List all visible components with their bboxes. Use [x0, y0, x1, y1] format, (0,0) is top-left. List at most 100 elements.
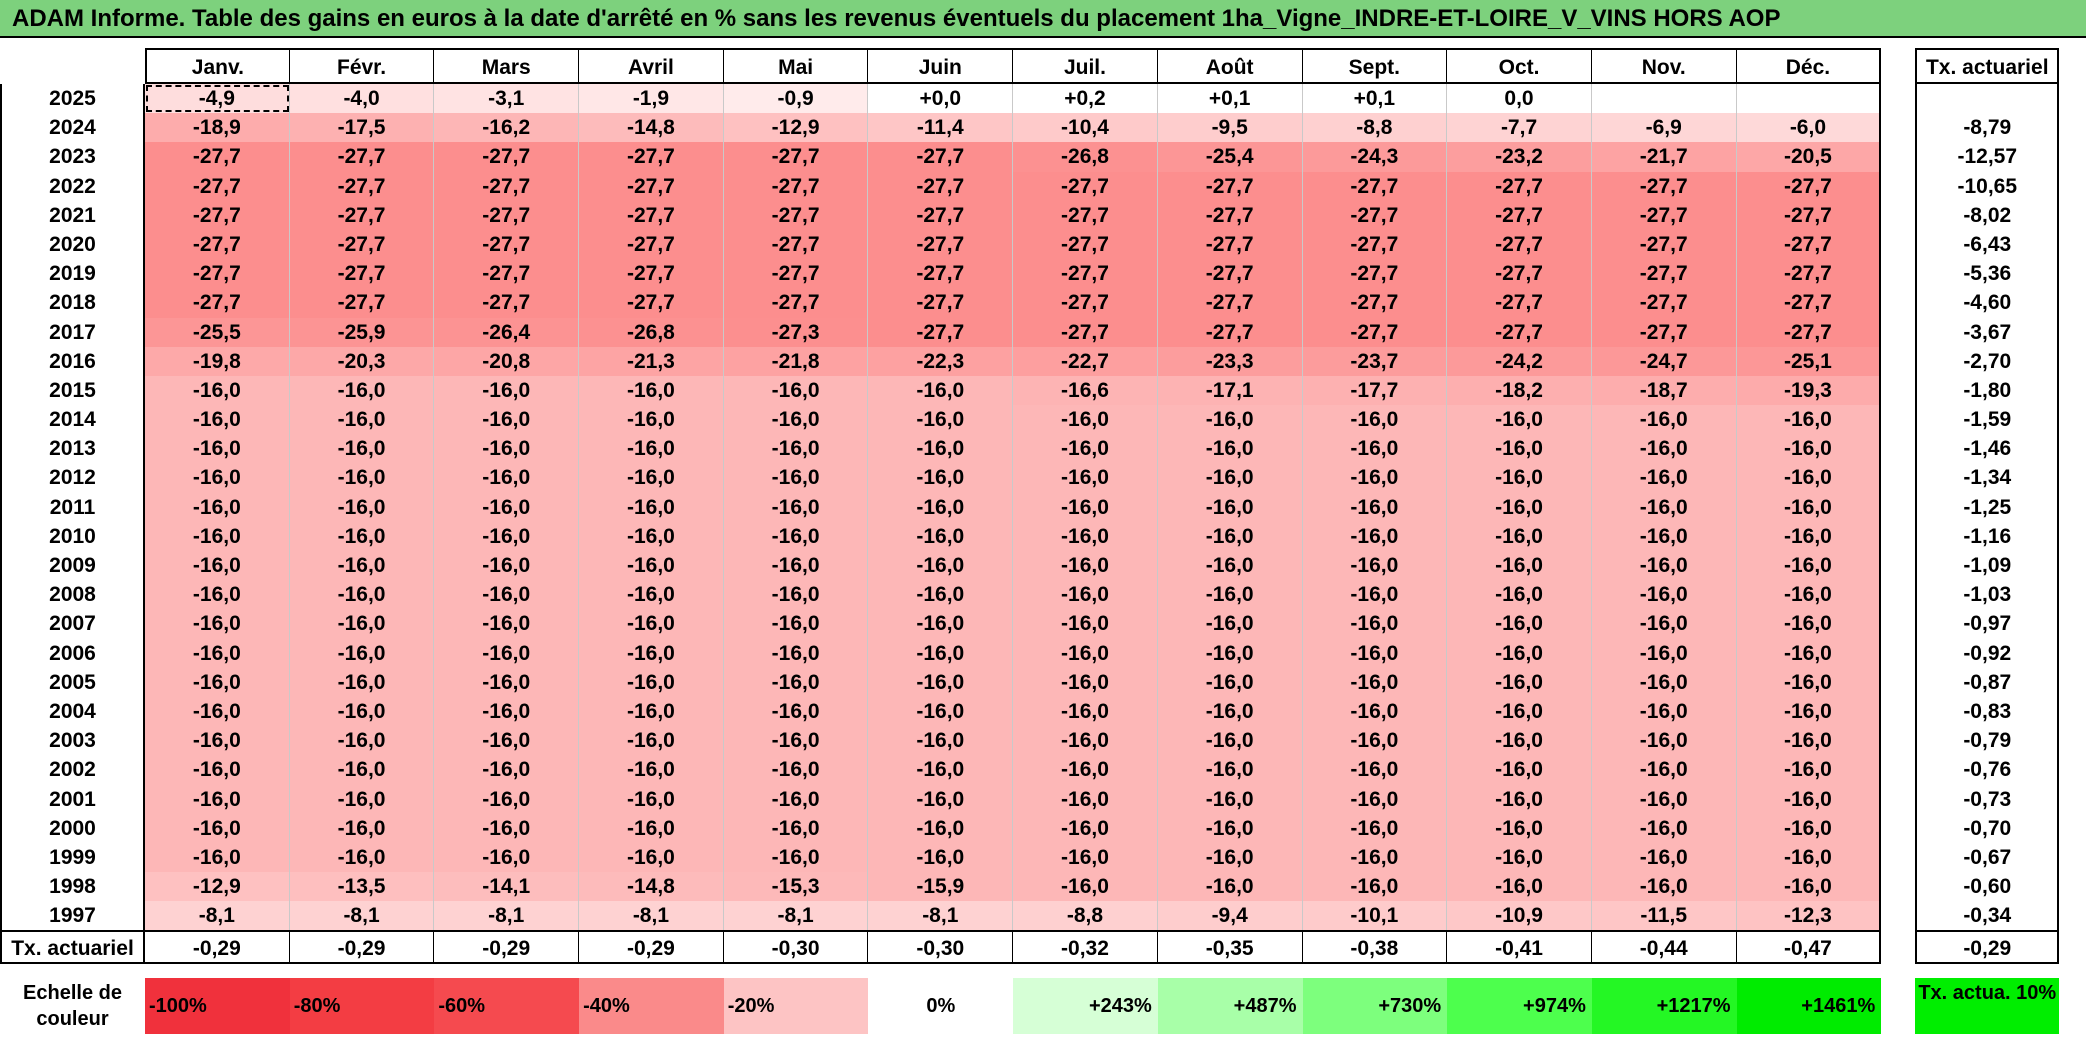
table-cell[interactable]: -16,0 [1591, 813, 1737, 843]
table-cell[interactable]: -27,7 [723, 200, 869, 230]
table-cell[interactable]: -16,0 [868, 667, 1014, 697]
table-cell[interactable]: -16,0 [289, 521, 435, 551]
table-cell[interactable]: -16,0 [723, 755, 869, 785]
table-cell[interactable]: -17,1 [1157, 375, 1303, 406]
table-cell[interactable]: -16,0 [1157, 405, 1303, 435]
table-cell[interactable]: -16,0 [1302, 872, 1448, 902]
table-cell[interactable]: -25,9 [289, 317, 435, 347]
table-cell[interactable]: -16,0 [289, 755, 435, 785]
table-cell[interactable]: -27,7 [289, 142, 435, 172]
table-cell[interactable]: -13,5 [289, 872, 435, 902]
table-cell[interactable]: -9,4 [1157, 901, 1303, 931]
table-cell[interactable]: -16,0 [1302, 609, 1448, 639]
table-cell[interactable]: -16,0 [145, 463, 290, 493]
table-cell[interactable]: -16,0 [434, 405, 580, 435]
table-cell[interactable]: -27,7 [434, 229, 580, 260]
table-cell[interactable]: -16,0 [1447, 667, 1592, 697]
table-cell[interactable]: -16,0 [579, 842, 724, 873]
table-cell[interactable]: -16,0 [579, 405, 724, 435]
table-cell[interactable]: -16,0 [289, 492, 435, 522]
table-cell[interactable]: -16,0 [289, 696, 435, 727]
table-cell[interactable]: -27,7 [579, 259, 724, 289]
table-cell[interactable]: -16,0 [145, 492, 290, 522]
table-cell[interactable]: -16,0 [1736, 813, 1882, 843]
table-cell[interactable]: -27,7 [289, 259, 435, 289]
table-cell[interactable]: -16,0 [1447, 492, 1592, 522]
table-cell[interactable]: -24,3 [1302, 142, 1448, 172]
table-cell[interactable]: -27,7 [289, 171, 435, 201]
table-cell[interactable]: -16,0 [1157, 696, 1303, 727]
table-cell[interactable]: -25,5 [145, 317, 290, 347]
table-cell[interactable]: -16,0 [1736, 521, 1882, 551]
table-cell[interactable]: -16,0 [1157, 813, 1303, 843]
table-cell[interactable]: -27,7 [868, 200, 1014, 230]
table-cell[interactable]: -16,0 [1157, 551, 1303, 581]
table-cell[interactable]: -6,0 [1736, 113, 1882, 143]
table-cell[interactable]: -16,0 [1447, 463, 1592, 493]
table-cell[interactable]: +0,2 [1013, 84, 1158, 114]
table-cell[interactable]: -16,0 [1736, 492, 1882, 522]
table-cell[interactable]: -16,0 [1157, 434, 1303, 464]
table-cell[interactable]: -16,0 [868, 375, 1014, 406]
table-cell[interactable]: -16,0 [1302, 492, 1448, 522]
table-cell[interactable]: -16,0 [1447, 580, 1592, 610]
table-cell[interactable]: -8,1 [723, 901, 869, 931]
table-cell[interactable]: -16,0 [579, 755, 724, 785]
table-cell[interactable]: -16,0 [868, 580, 1014, 610]
table-cell[interactable]: -27,7 [1302, 288, 1448, 318]
table-cell[interactable]: -16,0 [1013, 551, 1158, 581]
table-cell[interactable]: -22,7 [1013, 346, 1158, 376]
table-cell[interactable]: -16,0 [145, 609, 290, 639]
table-cell[interactable]: -27,7 [145, 200, 290, 230]
table-cell[interactable]: -21,8 [723, 346, 869, 376]
table-cell[interactable]: -8,8 [1013, 901, 1158, 931]
table-cell[interactable]: -16,0 [723, 696, 869, 727]
table-cell[interactable]: -24,2 [1447, 346, 1592, 376]
table-cell[interactable]: -16,0 [1302, 521, 1448, 551]
table-cell[interactable]: -16,0 [1447, 521, 1592, 551]
table-cell[interactable]: -27,7 [868, 229, 1014, 260]
table-cell[interactable]: -0,9 [723, 84, 869, 114]
table-cell[interactable]: -27,7 [1447, 229, 1592, 260]
table-cell[interactable]: -27,7 [723, 229, 869, 260]
table-cell[interactable]: -9,5 [1157, 113, 1303, 143]
table-cell[interactable]: -16,0 [1736, 463, 1882, 493]
table-cell[interactable]: -22,3 [868, 346, 1014, 376]
table-cell[interactable]: -27,7 [1013, 288, 1158, 318]
table-cell[interactable]: -7,7 [1447, 113, 1592, 143]
table-cell[interactable]: -27,7 [868, 317, 1014, 347]
table-cell[interactable]: -16,0 [868, 609, 1014, 639]
table-cell[interactable]: -12,9 [145, 872, 290, 902]
table-cell[interactable]: -16,0 [1591, 492, 1737, 522]
table-cell[interactable]: -16,0 [434, 580, 580, 610]
table-cell[interactable]: -23,7 [1302, 346, 1448, 376]
table-cell[interactable]: -16,0 [145, 842, 290, 873]
table-cell[interactable]: -16,0 [1157, 580, 1303, 610]
table-cell[interactable]: -16,0 [434, 638, 580, 668]
table-cell[interactable]: -16,0 [1591, 580, 1737, 610]
table-cell[interactable]: -16,0 [579, 609, 724, 639]
table-cell[interactable]: -27,7 [723, 142, 869, 172]
table-cell[interactable]: -16,0 [289, 551, 435, 581]
table-cell[interactable]: -16,0 [1013, 434, 1158, 464]
table-cell[interactable]: -16,0 [1447, 842, 1592, 873]
table-cell[interactable]: -27,7 [289, 200, 435, 230]
table-cell[interactable]: -15,9 [868, 872, 1014, 902]
table-cell[interactable]: -27,7 [1447, 171, 1592, 201]
table-cell[interactable]: -27,7 [1736, 288, 1882, 318]
table-cell[interactable]: -23,3 [1157, 346, 1303, 376]
table-cell[interactable]: -16,0 [1013, 872, 1158, 902]
table-cell[interactable]: -4,0 [289, 84, 435, 114]
table-cell[interactable]: -27,7 [1447, 288, 1592, 318]
table-cell[interactable]: -27,7 [1736, 200, 1882, 230]
table-cell[interactable]: -16,0 [1591, 521, 1737, 551]
table-cell[interactable]: -16,0 [145, 813, 290, 843]
table-cell[interactable]: -11,5 [1591, 901, 1737, 931]
table-cell[interactable]: -16,0 [1302, 580, 1448, 610]
table-cell[interactable]: +0,0 [868, 84, 1014, 114]
table-cell[interactable]: -16,0 [579, 696, 724, 727]
table-cell[interactable]: -26,8 [579, 317, 724, 347]
table-cell[interactable]: -16,0 [145, 434, 290, 464]
table-cell[interactable]: -16,0 [434, 813, 580, 843]
table-cell[interactable]: -16,0 [868, 434, 1014, 464]
